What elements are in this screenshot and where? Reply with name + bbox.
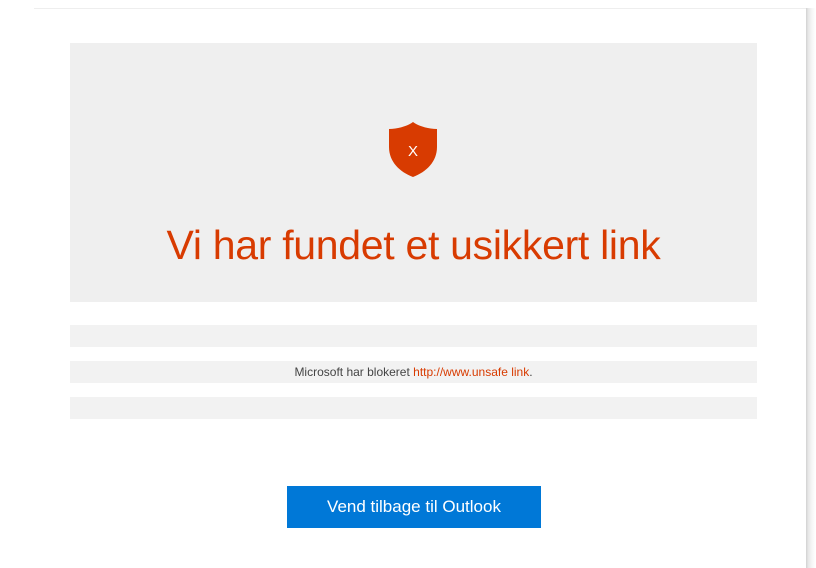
page-top-border <box>34 8 806 9</box>
blocked-message-suffix: . <box>529 365 533 379</box>
placeholder-bar <box>70 325 757 347</box>
window-edge-shadow <box>806 8 816 568</box>
back-to-outlook-button[interactable]: Vend tilbage til Outlook <box>287 486 541 528</box>
unsafe-link[interactable]: http://www.unsafe link <box>413 365 529 379</box>
page-title: Vi har fundet et usikkert link <box>166 222 661 268</box>
blocked-message: Microsoft har blokeret http://www.unsafe… <box>70 361 757 383</box>
shield-x-icon: X <box>387 121 439 178</box>
blocked-link-page: X Vi har fundet et usikkert link Microso… <box>0 0 816 568</box>
blocked-message-prefix: Microsoft har blokeret <box>294 365 414 379</box>
placeholder-bar <box>70 397 757 419</box>
shield-glyph: X <box>408 143 418 160</box>
